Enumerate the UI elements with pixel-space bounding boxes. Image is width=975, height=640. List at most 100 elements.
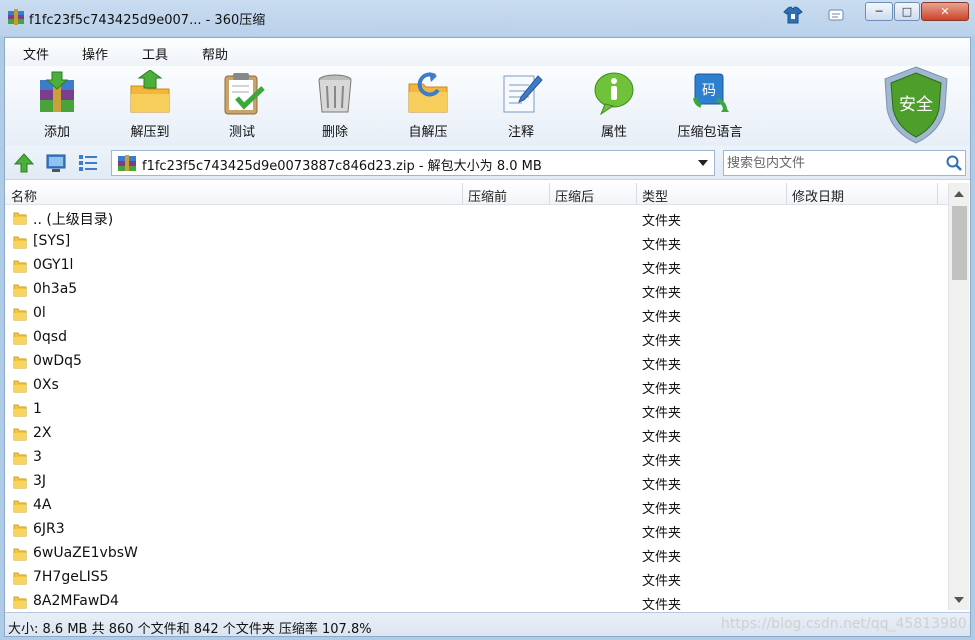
folder-icon [13, 596, 27, 609]
file-name: 0wDq5 [33, 353, 82, 369]
watermark: https://blog.csdn.net/qq_45813980 [721, 616, 967, 632]
table-row[interactable]: 0l 文件夹 [5, 302, 948, 326]
security-shield-icon[interactable]: 安全 [881, 65, 951, 145]
table-row[interactable]: 2X 文件夹 [5, 422, 948, 446]
menu-operation[interactable]: 操作 [82, 44, 108, 63]
chevron-down-icon[interactable] [698, 160, 708, 166]
extract-to-button[interactable]: 解压到 [115, 70, 185, 140]
menu-tools[interactable]: 工具 [142, 44, 168, 63]
self-extract-icon [408, 72, 448, 113]
folder-icon [13, 236, 27, 249]
search-box [723, 150, 966, 176]
file-type: 文件夹 [642, 238, 682, 253]
path-combobox[interactable]: f1fc23f5c743425d9e0073887c846d23.zip - 解… [111, 150, 715, 176]
col-compressed-size[interactable]: 压缩后 [555, 186, 594, 205]
list-header: 名称 压缩前 压缩后 类型 修改日期 [5, 183, 948, 205]
column-divider [937, 183, 938, 204]
security-label: 安全 [899, 95, 933, 115]
file-name: 4A [33, 497, 52, 513]
col-original-size[interactable]: 压缩前 [468, 186, 507, 205]
table-row[interactable]: 6JR3 文件夹 [5, 518, 948, 542]
file-name: 0h3a5 [33, 281, 78, 297]
table-row[interactable]: 3 文件夹 [5, 446, 948, 470]
file-type: 文件夹 [642, 262, 682, 277]
delete-label: 删除 [321, 125, 348, 140]
table-row[interactable]: 6wUaZE1vbsW 文件夹 [5, 542, 948, 566]
col-name[interactable]: 名称 [11, 186, 37, 205]
menu-help[interactable]: 帮助 [202, 44, 228, 63]
column-divider [462, 183, 463, 204]
table-row[interactable]: .. (上级目录) 文件夹 [5, 206, 948, 230]
file-name: 3 [33, 449, 42, 465]
table-row[interactable]: 4A 文件夹 [5, 494, 948, 518]
test-clipboard-icon [224, 73, 265, 115]
winrar-app-icon [8, 9, 24, 25]
file-type: 文件夹 [642, 598, 682, 610]
minimize-button[interactable]: ─ [865, 2, 893, 21]
folder-icon [13, 284, 27, 297]
file-type: 文件夹 [642, 454, 682, 469]
file-type: 文件夹 [642, 550, 682, 565]
file-list: .. (上级目录) 文件夹 [SYS] 文件夹 0GY1l 文件夹 0h3a5 文件夹 0l 文件… [5, 206, 948, 610]
info-properties-icon [594, 72, 634, 116]
file-name: 6JR3 [33, 521, 65, 537]
file-name: .. (上级目录) [33, 212, 114, 228]
vertical-scrollbar[interactable] [948, 183, 969, 610]
folder-icon [13, 308, 27, 321]
table-row[interactable]: 0Xs 文件夹 [5, 374, 948, 398]
folder-icon [13, 500, 27, 513]
col-modified-date[interactable]: 修改日期 [792, 186, 844, 205]
file-type: 文件夹 [642, 430, 682, 445]
file-name: 0Xs [33, 377, 59, 393]
file-type: 文件夹 [642, 478, 682, 493]
file-name: 0l [33, 305, 46, 321]
add-archive-icon [40, 71, 74, 112]
scroll-down-arrow-icon[interactable] [954, 597, 964, 603]
feedback-icon[interactable] [825, 5, 847, 25]
language-code-icon: 码 [693, 73, 729, 112]
table-row[interactable]: 3J 文件夹 [5, 470, 948, 494]
table-row[interactable]: 0GY1l 文件夹 [5, 254, 948, 278]
properties-button[interactable]: 属性 [579, 70, 649, 140]
table-row[interactable]: 8A2MFawD4 文件夹 [5, 590, 948, 610]
extract-folder-icon [130, 70, 170, 113]
delete-button[interactable]: 删除 [300, 70, 370, 140]
menu-file[interactable]: 文件 [23, 44, 49, 63]
file-type: 文件夹 [642, 574, 682, 589]
comment-button[interactable]: 注释 [486, 70, 556, 140]
column-divider [549, 183, 550, 204]
folder-icon [13, 476, 27, 489]
folder-icon [13, 452, 27, 465]
skin-shirt-icon[interactable] [782, 5, 804, 25]
table-row[interactable]: 1 文件夹 [5, 398, 948, 422]
path-text: f1fc23f5c743425d9e0073887c846d23.zip - 解… [142, 159, 542, 174]
table-row[interactable]: 0h3a5 文件夹 [5, 278, 948, 302]
list-view-icon[interactable] [77, 152, 99, 174]
col-type[interactable]: 类型 [642, 186, 668, 205]
scroll-up-arrow-icon[interactable] [954, 191, 964, 197]
close-button[interactable]: ✕ [921, 2, 969, 21]
status-bar: 大小: 8.6 MB 共 860 个文件和 842 个文件夹 压缩率 107.8… [5, 612, 970, 637]
test-button[interactable]: 测试 [207, 70, 277, 140]
file-type: 文件夹 [642, 358, 682, 373]
comment-notepad-icon [503, 75, 543, 113]
up-level-icon[interactable] [13, 152, 35, 174]
self-extract-button[interactable]: 自解压 [393, 70, 463, 140]
scroll-thumb[interactable] [952, 206, 967, 280]
search-input[interactable] [727, 154, 937, 172]
file-type: 文件夹 [642, 286, 682, 301]
desktop-view-icon[interactable] [45, 152, 67, 174]
table-row[interactable]: [SYS] 文件夹 [5, 230, 948, 254]
archive-language-button[interactable]: 码 压缩包语言 [672, 70, 748, 140]
add-button[interactable]: 添加 [22, 70, 92, 140]
main-window: 文件 操作 工具 帮助 添加 解压到 测试 删除 自解压 注释 属性 码 压缩包… [4, 37, 971, 637]
table-row[interactable]: 7H7geLIS5 文件夹 [5, 566, 948, 590]
table-row[interactable]: 0wDq5 文件夹 [5, 350, 948, 374]
table-row[interactable]: 0qsd 文件夹 [5, 326, 948, 350]
file-type: 文件夹 [642, 310, 682, 325]
self-extract-label: 自解压 [408, 125, 448, 140]
maximize-button[interactable]: □ [894, 2, 920, 21]
folder-icon [13, 260, 27, 273]
column-divider [786, 183, 787, 204]
search-icon[interactable] [945, 154, 963, 172]
